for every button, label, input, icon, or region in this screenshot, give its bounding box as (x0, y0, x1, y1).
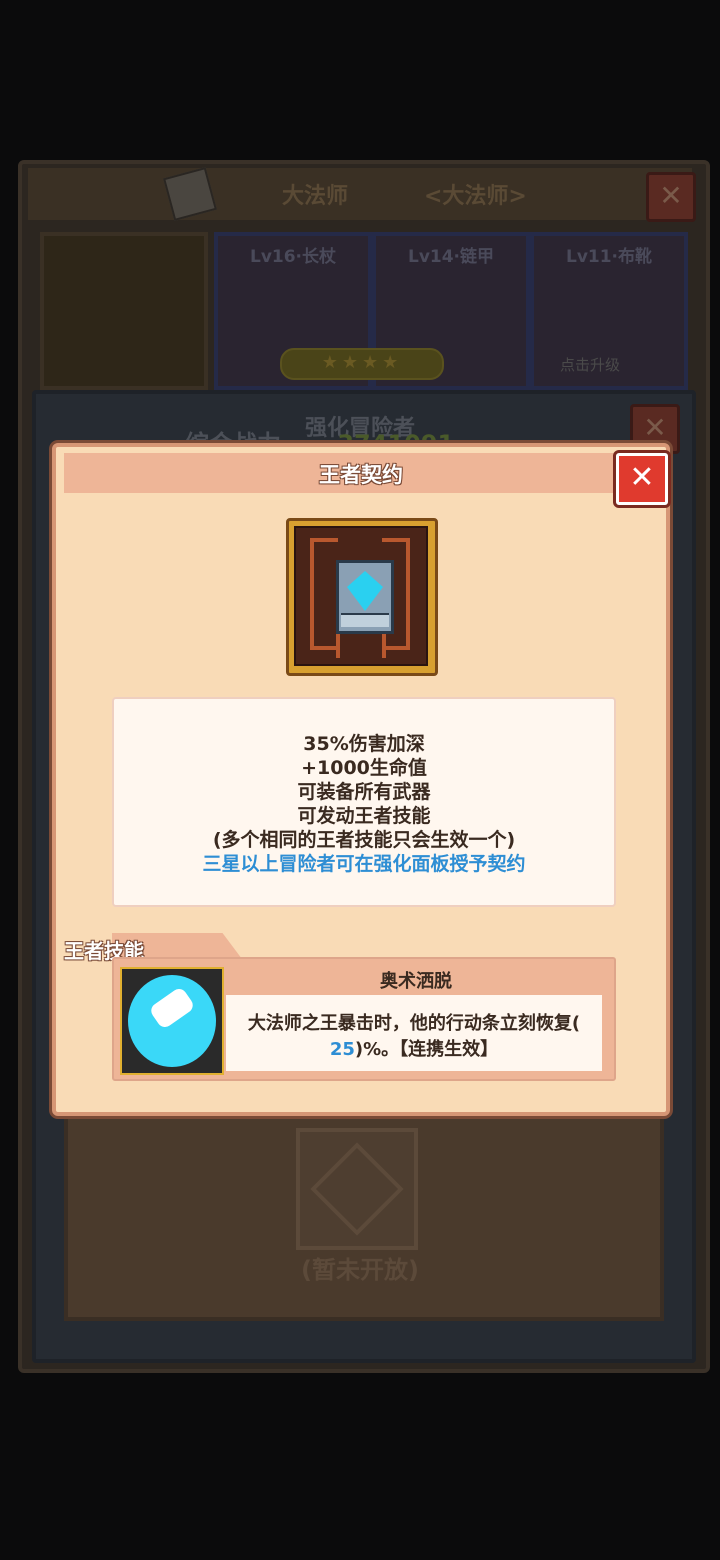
skill-name: 奥术洒脱 (380, 971, 452, 992)
skill-description-box: 大法师之王暴击时，他的行动条立刻恢复( 25)%。【连携生效】 (226, 995, 602, 1071)
contract-note: 三星以上冒险者可在强化面板授予契约 (202, 853, 526, 875)
skill-description-suffix: )%。【连携生效】 (354, 1039, 499, 1060)
arcane-orb-icon (120, 967, 224, 1075)
dialog-title: 王者契约 (319, 463, 403, 487)
contract-description-box: 35%伤害加深 +1000生命值 可装备所有武器 可发动王者技能 (多个相同的王… (112, 697, 616, 907)
hero-panel-header (28, 168, 692, 220)
upgrade-hint: 点击升级 (560, 356, 621, 374)
equip-slot-label: Lv11·布靴 (565, 247, 653, 267)
diamond-frame-icon (310, 1142, 404, 1236)
king-skill-card: 奥术洒脱 大法师之王暴击时，他的行动条立刻恢复( 25)%。【连携生效】 (112, 957, 616, 1081)
hero-star-rating: ★★★★ (280, 348, 444, 380)
hero-class: <大法师> (424, 184, 527, 209)
bonus-line: 35%伤害加深 (303, 733, 425, 755)
close-button[interactable]: ✕ (616, 453, 668, 505)
locked-text: (暂未开放) (301, 1256, 419, 1284)
bonus-line: (多个相同的王者技能只会生效一个) (212, 829, 516, 851)
hero-portrait-slot (40, 232, 208, 390)
bonus-line: 可发动王者技能 (297, 805, 431, 827)
equip-slot-label: Lv16·长杖 (249, 247, 337, 267)
skill-description-line: 25)%。【连携生效】 (226, 1035, 602, 1061)
bonus-line: +1000生命值 (301, 757, 427, 779)
hero-name: 大法师 (282, 184, 349, 209)
dialog-header: 王者契约 (64, 453, 658, 493)
skill-value: 25 (329, 1039, 355, 1060)
contract-item-frame (286, 518, 438, 676)
hero-panel-close-button: ✕ (646, 172, 696, 222)
equip-slot-label: Lv14·链甲 (407, 247, 495, 267)
skill-description-line: 大法师之王暴击时，他的行动条立刻恢复( (247, 1013, 581, 1034)
king-contract-dialog: 王者契约 ✕ 35%伤害加深 +1000生命值 可装备所有武器 可发动王者技能 … (52, 443, 670, 1116)
contract-item-background (294, 526, 428, 666)
crystal-tome-icon (336, 560, 394, 634)
bonus-line: 可装备所有武器 (297, 781, 431, 803)
locked-contract-icon (296, 1128, 418, 1250)
